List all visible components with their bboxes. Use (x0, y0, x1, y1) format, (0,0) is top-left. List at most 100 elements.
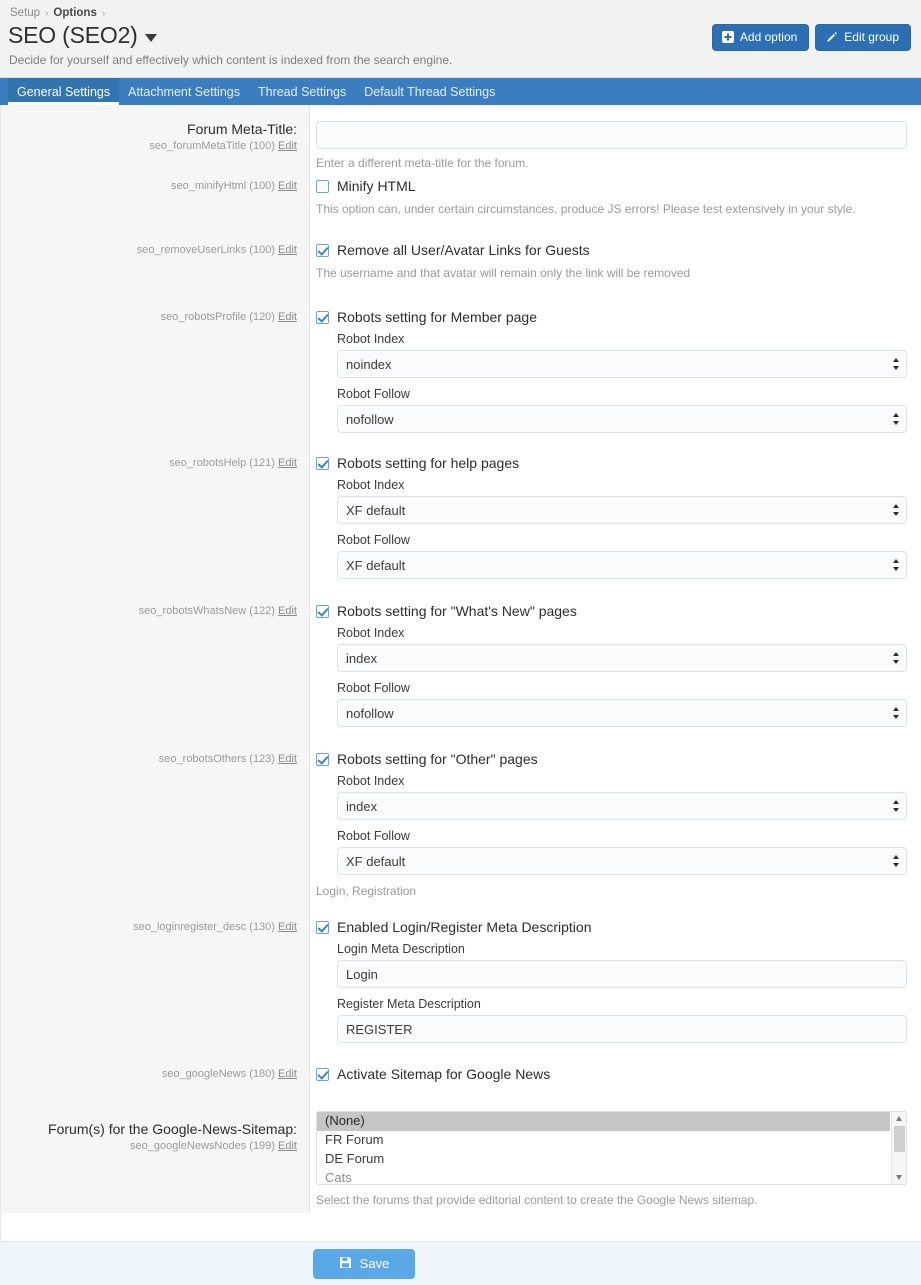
field-control-google-news-nodes: (None) FR Forum DE Forum Cats Select the… (310, 1097, 921, 1213)
robots-profile-follow-select[interactable]: nofollow (337, 405, 907, 433)
breadcrumb-item-setup[interactable]: Setup (10, 7, 40, 19)
edit-link[interactable]: Edit (278, 1068, 297, 1080)
edit-group-button[interactable]: Edit group (815, 24, 911, 51)
robots-others-checkbox-row[interactable]: Robots setting for "Other" pages (316, 751, 907, 767)
robots-profile-checkbox[interactable] (316, 310, 329, 324)
robots-help-checkbox[interactable] (316, 456, 329, 470)
field-row-google-news: seo_googleNews (180) Edit Activate Sitem… (0, 1055, 921, 1097)
robots-help-follow-select[interactable]: XF default (337, 551, 907, 579)
label-key: seo_googleNews (180) Edit (8, 1067, 297, 1082)
minify-html-checkbox[interactable] (316, 179, 329, 193)
listbox-scrollbar[interactable] (891, 1112, 906, 1184)
edit-link[interactable]: Edit (278, 921, 297, 933)
field-label-robots-profile: seo_robotsProfile (120) Edit (0, 295, 310, 443)
field-label-robots-whatsnew: seo_robotsWhatsNew (122) Edit (0, 591, 310, 739)
robots-whatsnew-checkbox-row[interactable]: Robots setting for "What's New" pages (316, 603, 907, 619)
tab-thread-settings[interactable]: Thread Settings (249, 78, 355, 105)
label-key: seo_minifyHtml (100) Edit (8, 179, 297, 194)
option-key: seo_googleNews (180) (161, 1068, 275, 1080)
list-item[interactable]: FR Forum (317, 1131, 890, 1150)
list-item[interactable]: (None) (317, 1112, 890, 1131)
minify-html-checkbox-row[interactable]: Minify HTML (316, 178, 907, 194)
robots-whatsnew-index-select[interactable]: index (337, 644, 907, 672)
scrollbar-thumb[interactable] (894, 1126, 905, 1152)
robots-whatsnew-checkbox[interactable] (316, 604, 329, 618)
robots-help-checkbox-row[interactable]: Robots setting for help pages (316, 455, 907, 471)
robots-others-follow-select[interactable]: XF default (337, 847, 907, 875)
tab-default-thread-settings[interactable]: Default Thread Settings (355, 78, 504, 105)
option-key: seo_robotsHelp (121) (169, 457, 275, 469)
edit-link[interactable]: Edit (278, 1140, 297, 1152)
label-key: seo_forumMetaTitle (100) Edit (8, 139, 297, 154)
field-control-google-news: Activate Sitemap for Google News (310, 1055, 921, 1097)
robots-profile-index-select[interactable]: noindex (337, 350, 907, 378)
breadcrumb-item-options[interactable]: Options (53, 7, 96, 19)
google-news-label[interactable]: Activate Sitemap for Google News (337, 1066, 550, 1082)
field-row-google-news-nodes: Forum(s) for the Google-News-Sitemap: se… (0, 1097, 921, 1213)
field-control-robots-others: Robots setting for "Other" pages Robot I… (310, 739, 921, 907)
robots-whatsnew-follow-select[interactable]: nofollow (337, 699, 907, 727)
option-key: seo_googleNewsNodes (199) (130, 1140, 275, 1152)
edit-link[interactable]: Edit (278, 753, 297, 765)
tab-bar: General Settings Attachment Settings Thr… (0, 78, 921, 105)
edit-link[interactable]: Edit (278, 140, 297, 152)
robots-others-checkbox[interactable] (316, 752, 329, 766)
robots-help-index-select[interactable]: XF default (337, 496, 907, 524)
scroll-up-icon[interactable] (896, 1116, 902, 1121)
loginregister-subfields: Login Meta Description Register Meta Des… (316, 941, 907, 1043)
loginregister-label[interactable]: Enabled Login/Register Meta Description (337, 919, 591, 935)
minify-html-hint: This option can, under certain circumsta… (316, 202, 856, 216)
edit-link[interactable]: Edit (278, 311, 297, 323)
label-key: seo_robotsOthers (123) Edit (8, 752, 297, 767)
label-key: seo_robotsProfile (120) Edit (8, 310, 297, 325)
robots-others-follow-select-wrap: XF default (337, 847, 907, 875)
loginregister-checkbox-row[interactable]: Enabled Login/Register Meta Description (316, 919, 907, 935)
robots-profile-checkbox-row[interactable]: Robots setting for Member page (316, 309, 907, 325)
field-row-robots-others: seo_robotsOthers (123) Edit Robots setti… (0, 739, 921, 907)
list-item[interactable]: Cats (317, 1169, 890, 1184)
option-key: seo_loginregister_desc (130) (133, 921, 275, 933)
robots-profile-label[interactable]: Robots setting for Member page (337, 309, 537, 325)
breadcrumb: Setup › Options › (8, 5, 909, 22)
google-news-checkbox-row[interactable]: Activate Sitemap for Google News (316, 1066, 907, 1082)
edit-link[interactable]: Edit (278, 605, 297, 617)
edit-link[interactable]: Edit (278, 457, 297, 469)
field-row-remove-user-links: seo_removeUserLinks (100) Edit Remove al… (0, 231, 921, 295)
save-label: Save (359, 1256, 390, 1271)
robots-whatsnew-index-label: Robot Index (337, 626, 405, 640)
google-news-checkbox[interactable] (316, 1067, 329, 1081)
robots-whatsnew-index-select-wrap: index (337, 644, 907, 672)
add-option-label: Add option (739, 30, 798, 44)
pencil-icon (825, 31, 838, 44)
tab-attachment-settings[interactable]: Attachment Settings (119, 78, 249, 105)
page-header: Setup › Options › SEO (SEO2) Decide for you… (0, 0, 921, 78)
field-control-remove-user-links: Remove all User/Avatar Links for Guests … (310, 231, 921, 295)
robots-help-follow-select-wrap: XF default (337, 551, 907, 579)
google-news-nodes-listbox[interactable]: (None) FR Forum DE Forum Cats (316, 1111, 907, 1185)
scroll-down-icon[interactable] (896, 1175, 902, 1180)
forum-meta-title-input[interactable] (316, 121, 907, 149)
list-item[interactable]: DE Forum (317, 1150, 890, 1169)
robots-whatsnew-follow-label: Robot Follow (337, 681, 410, 695)
robots-whatsnew-label[interactable]: Robots setting for "What's New" pages (337, 603, 577, 619)
chevron-down-icon[interactable] (144, 34, 157, 42)
register-meta-description-input[interactable] (337, 1015, 907, 1043)
loginregister-checkbox[interactable] (316, 920, 329, 934)
robots-help-label[interactable]: Robots setting for help pages (337, 455, 519, 471)
remove-user-links-checkbox-row[interactable]: Remove all User/Avatar Links for Guests (316, 242, 907, 258)
edit-link[interactable]: Edit (278, 244, 297, 256)
robots-others-index-select[interactable]: index (337, 792, 907, 820)
robots-others-label[interactable]: Robots setting for "Other" pages (337, 751, 538, 767)
save-button[interactable]: Save (313, 1248, 415, 1279)
login-meta-description-input[interactable] (337, 960, 907, 988)
robots-others-hint: Login, Registration (316, 884, 417, 898)
page-description: Decide for yourself and effectively whic… (9, 53, 453, 67)
minify-html-label[interactable]: Minify HTML (337, 178, 416, 194)
edit-link[interactable]: Edit (278, 180, 297, 192)
add-option-button[interactable]: Add option (711, 24, 810, 51)
remove-user-links-label[interactable]: Remove all User/Avatar Links for Guests (337, 242, 590, 258)
robots-whatsnew-follow-select-wrap: nofollow (337, 699, 907, 727)
tab-general-settings[interactable]: General Settings (8, 78, 120, 105)
remove-user-links-checkbox[interactable] (316, 243, 329, 257)
field-row-robots-help: seo_robotsHelp (121) Edit Robots setting… (0, 443, 921, 591)
